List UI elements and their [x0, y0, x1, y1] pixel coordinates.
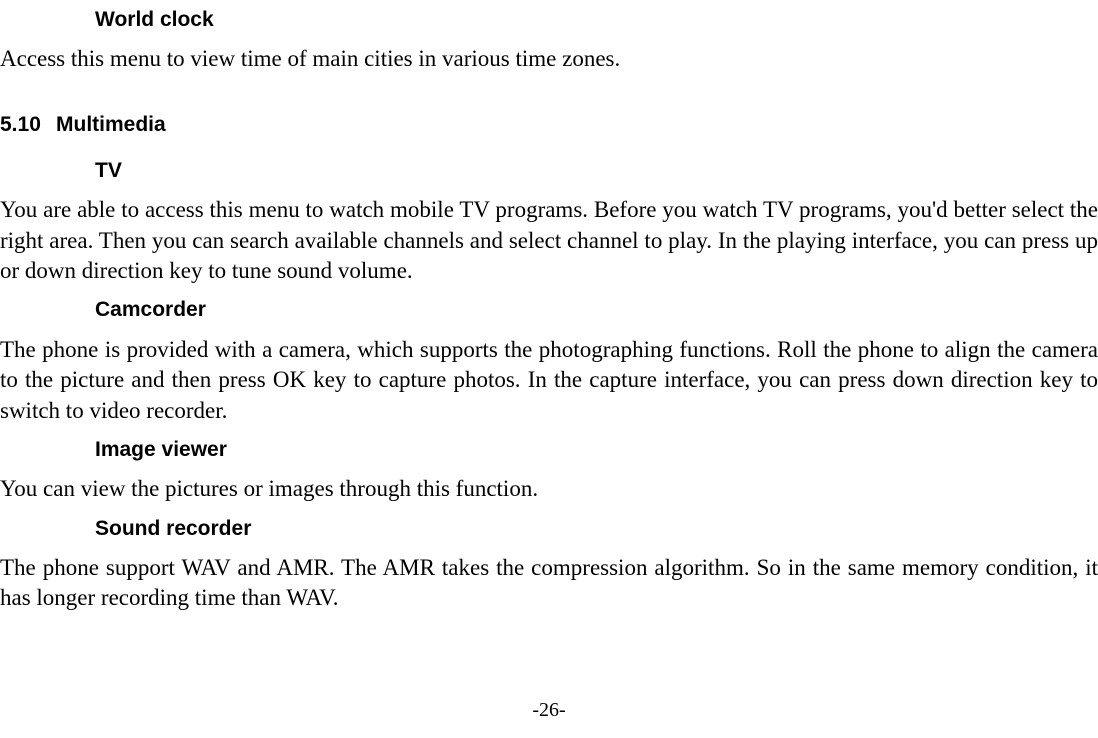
image-viewer-body: You can view the pictures or images thro…: [0, 474, 1098, 504]
image-viewer-heading: Image viewer: [95, 436, 1098, 464]
sound-recorder-heading: Sound recorder: [95, 515, 1098, 543]
multimedia-section-title: Multimedia: [56, 113, 166, 136]
page-number: -26-: [0, 697, 1098, 724]
camcorder-heading: Camcorder: [95, 296, 1098, 324]
multimedia-section-number: 5.10: [0, 111, 56, 139]
sound-recorder-body: The phone support WAV and AMR. The AMR t…: [0, 553, 1098, 614]
camcorder-body: The phone is provided with a camera, whi…: [0, 335, 1098, 426]
tv-body: You are able to access this menu to watc…: [0, 195, 1098, 286]
world-clock-heading: World clock: [95, 6, 1098, 34]
multimedia-section-heading: 5.10Multimedia: [0, 111, 1098, 139]
tv-heading: TV: [95, 157, 1098, 185]
world-clock-body: Access this menu to view time of main ci…: [0, 44, 1098, 74]
